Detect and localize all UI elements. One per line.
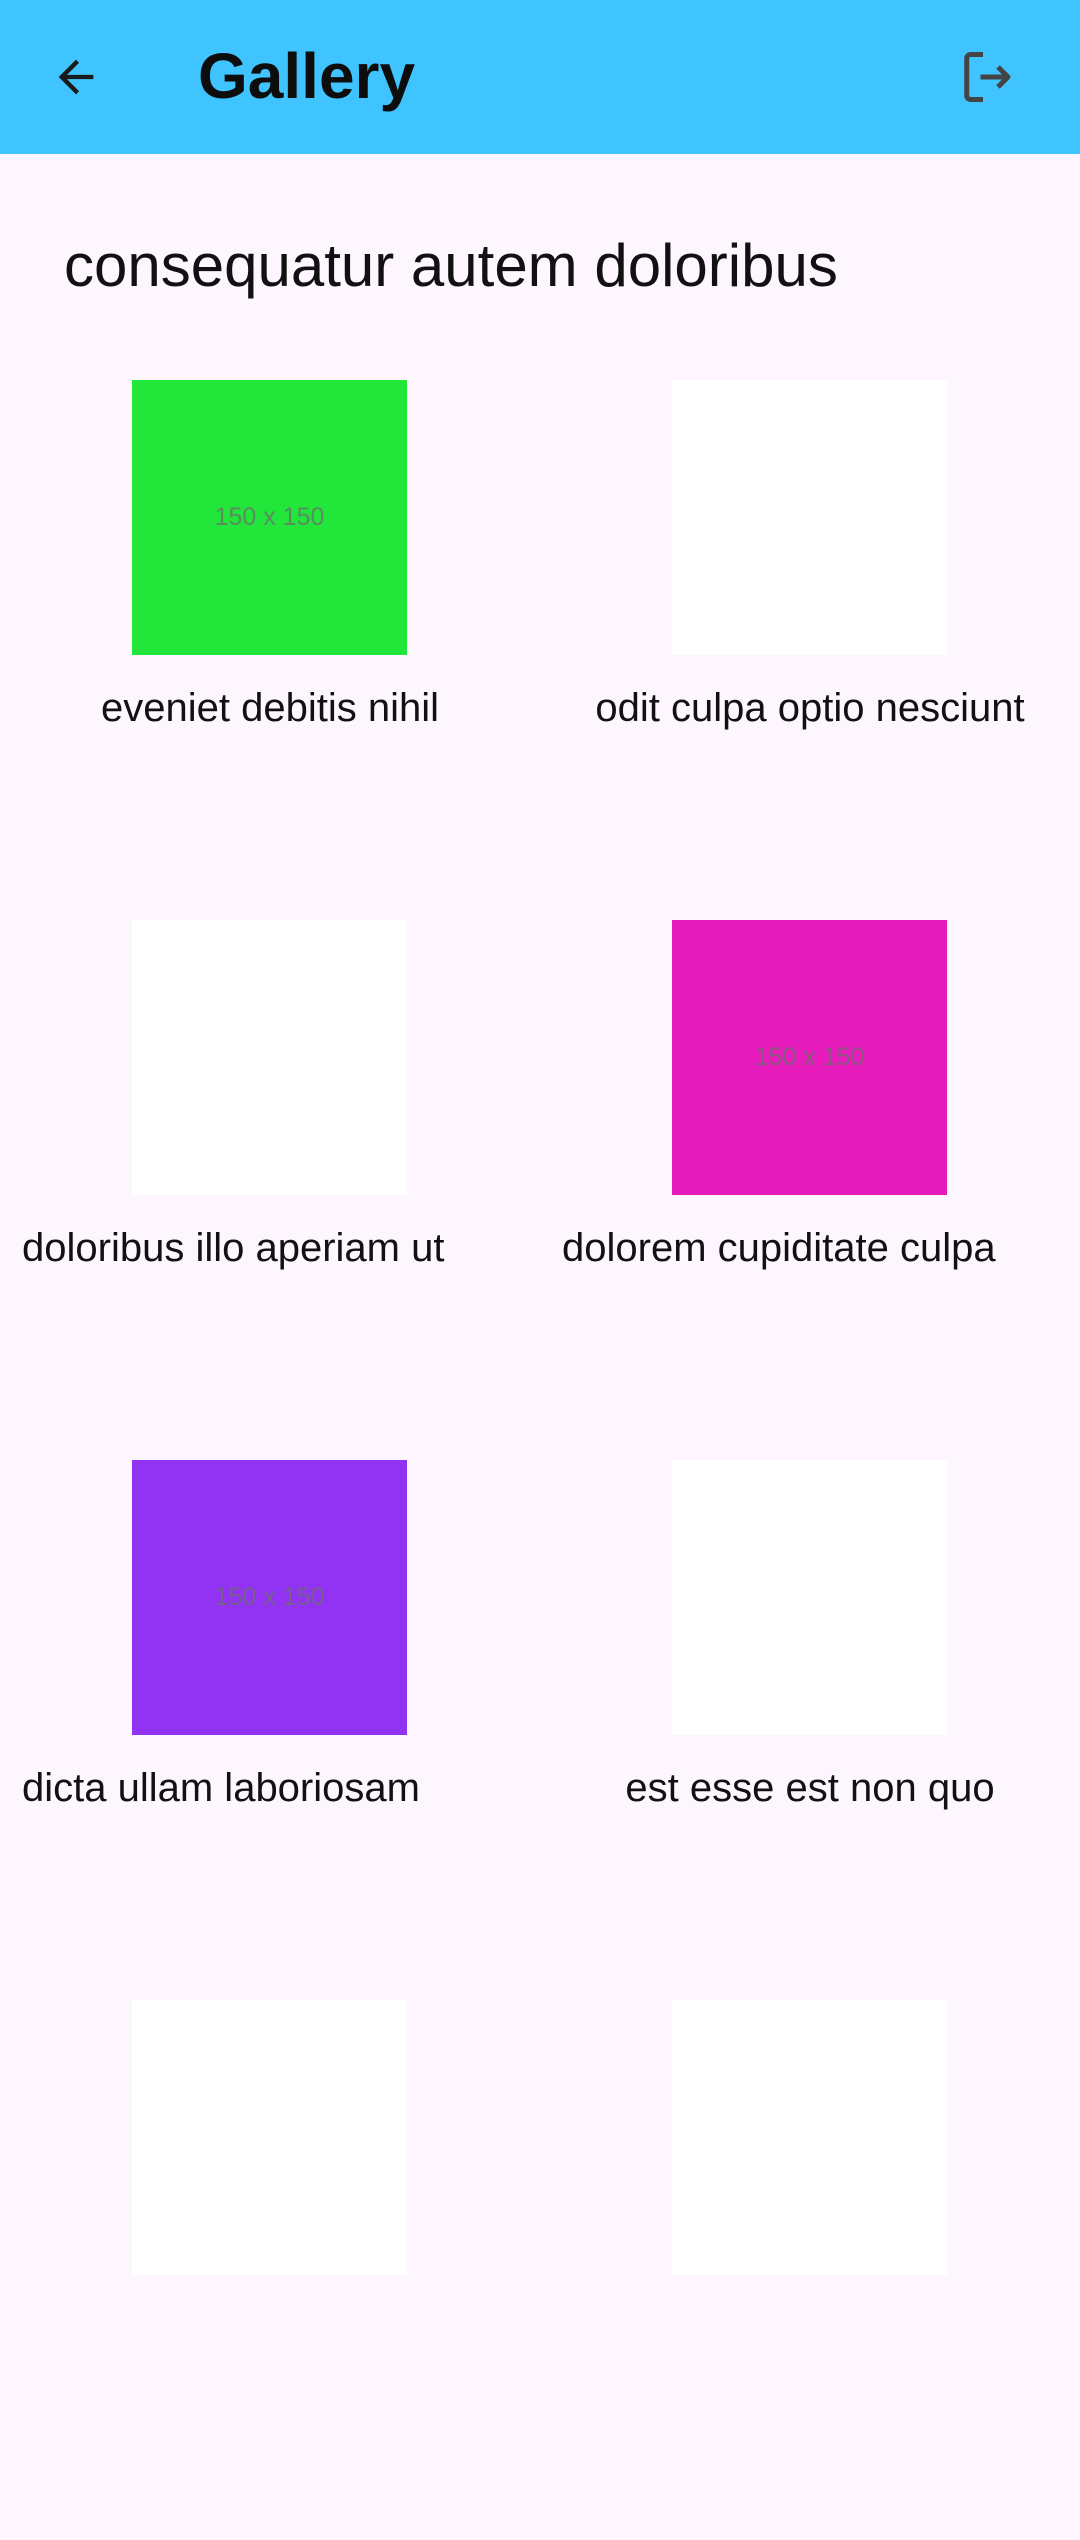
back-button[interactable]: [36, 37, 116, 117]
photo-thumbnail[interactable]: [672, 380, 947, 655]
album-title: consequatur autem doloribus: [64, 232, 838, 299]
logout-icon: [964, 52, 1011, 102]
app-title: Gallery: [198, 40, 416, 112]
photo-thumbnail[interactable]: [132, 2000, 407, 2275]
photo-card[interactable]: odit culpa optio nesciunt: [540, 380, 1080, 920]
thumbnail-placeholder-text: 150 x 150: [754, 1043, 865, 1071]
photo-caption: est esse est non quo: [625, 1766, 995, 1810]
photo-thumbnail[interactable]: 150 x 150: [132, 1460, 407, 1735]
photo-caption: dicta ullam laboriosam: [22, 1766, 420, 1810]
photo-thumbnail[interactable]: [672, 1460, 947, 1735]
photo-card[interactable]: 150 x 150 eveniet debitis nihil: [0, 380, 540, 920]
photo-thumbnail[interactable]: [672, 2000, 947, 2275]
photo-card[interactable]: [0, 2000, 540, 2540]
photo-card[interactable]: est esse est non quo: [540, 1460, 1080, 2000]
app-bar: Gallery: [0, 0, 1080, 154]
photo-card[interactable]: [540, 2000, 1080, 2540]
photo-card[interactable]: 150 x 150 dicta ullam laboriosam: [0, 1460, 540, 2000]
thumbnail-placeholder-text: 150 x 150: [214, 1583, 325, 1611]
photo-caption: odit culpa optio nesciunt: [595, 686, 1025, 730]
logout-button[interactable]: [948, 37, 1028, 117]
photo-thumbnail[interactable]: 150 x 150: [132, 380, 407, 655]
photo-thumbnail[interactable]: 150 x 150: [672, 920, 947, 1195]
thumbnail-placeholder-text: 150 x 150: [214, 503, 325, 531]
photo-caption: doloribus illo aperiam ut: [22, 1226, 445, 1270]
arrow-back-icon: [58, 59, 94, 95]
photo-caption: eveniet debitis nihil: [101, 686, 439, 730]
photo-caption: dolorem cupiditate culpa: [562, 1226, 996, 1270]
photo-thumbnail[interactable]: [132, 920, 407, 1195]
photo-card[interactable]: 150 x 150 dolorem cupiditate culpa: [540, 920, 1080, 1460]
photo-card[interactable]: doloribus illo aperiam ut: [0, 920, 540, 1460]
